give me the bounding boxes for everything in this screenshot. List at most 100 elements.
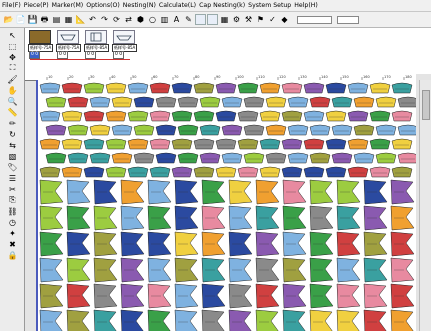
menu-item-0[interactable]: File(F) — [2, 2, 21, 9]
piece-thumb-1[interactable] — [29, 30, 51, 44]
layers-icon[interactable]: ▥ — [159, 14, 170, 25]
select-icon[interactable]: ↖ — [7, 30, 18, 40]
nested-piece — [325, 138, 347, 150]
ruler-label: 40 — [111, 75, 115, 79]
vertical-scrollbar[interactable] — [419, 80, 431, 331]
nested-piece — [281, 110, 303, 122]
hand-icon[interactable]: ✋ — [7, 85, 18, 95]
marker-name-field[interactable] — [297, 15, 332, 24]
nested-piece — [336, 309, 360, 331]
nested-piece — [369, 82, 391, 94]
menu-item-8[interactable]: Help(H) — [294, 2, 318, 9]
copy-icon[interactable]: ⎘ — [7, 195, 18, 205]
ruler-label: 150 — [342, 75, 349, 79]
nested-piece — [61, 166, 83, 178]
move-icon[interactable]: ✥ — [7, 52, 18, 62]
piece-count-4[interactable]: 0 0 — [113, 51, 125, 59]
zoom-box-icon[interactable]: ⛶ — [7, 63, 18, 73]
nested-piece — [127, 138, 149, 150]
undo-icon[interactable]: ↶ — [87, 14, 98, 25]
nested-piece — [39, 166, 61, 178]
menu-item-2[interactable]: Marker(M) — [52, 2, 84, 9]
flag-icon[interactable]: ⚑ — [255, 14, 266, 25]
table-icon[interactable]: ▦ — [219, 14, 230, 25]
nested-piece — [287, 124, 309, 136]
menu-item-3[interactable]: Options(O) — [86, 2, 120, 9]
print-icon[interactable]: 🖶 — [39, 14, 50, 25]
lock-icon[interactable]: 🔒 — [7, 250, 18, 260]
nested-piece — [133, 96, 155, 108]
clock-icon[interactable]: ◷ — [7, 217, 18, 227]
menu-item-1[interactable]: Piece(P) — [24, 2, 49, 9]
nested-piece — [391, 138, 413, 150]
grid-icon[interactable] — [195, 14, 206, 25]
rotate-icon[interactable]: ↻ — [7, 129, 18, 139]
link-icon[interactable]: ⛓ — [7, 206, 18, 216]
nested-piece — [111, 124, 133, 136]
nested-piece — [39, 82, 61, 94]
new-icon[interactable]: 📄 — [15, 14, 26, 25]
menu-item-4[interactable]: Nesting(N) — [123, 2, 156, 9]
menu-item-6[interactable]: Cap Nesting(k) — [199, 2, 245, 9]
nested-piece — [303, 82, 325, 94]
flip-icon[interactable]: ⇆ — [7, 140, 18, 150]
save-icon[interactable]: 💾 — [27, 14, 38, 25]
nested-piece — [375, 96, 397, 108]
piece-count-3[interactable]: 0 0 — [85, 51, 97, 59]
select-box-icon[interactable]: ⬚ — [7, 41, 18, 51]
delete-icon[interactable]: ✖ — [7, 239, 18, 249]
text-icon[interactable]: A — [171, 14, 182, 25]
nested-piece — [325, 110, 347, 122]
nested-piece — [309, 124, 331, 136]
tag-icon[interactable]: 🏷 — [7, 162, 18, 172]
nested-piece — [93, 309, 117, 331]
scroll-thumb[interactable] — [422, 90, 430, 120]
nested-piece — [363, 309, 387, 331]
layer-icon[interactable]: ▧ — [7, 151, 18, 161]
pencil-icon[interactable]: ✏ — [7, 118, 18, 128]
nested-piece — [199, 96, 221, 108]
piece-thumb-3[interactable] — [85, 30, 107, 44]
nested-piece — [89, 124, 111, 136]
measure-icon[interactable]: 📏 — [7, 107, 18, 117]
align-icon[interactable]: ☰ — [7, 173, 18, 183]
ruler-label: 160 — [363, 75, 370, 79]
nest-icon[interactable]: ⬢ — [135, 14, 146, 25]
zoom-icon[interactable]: 🔍 — [7, 96, 18, 106]
menu-item-5[interactable]: Calculate(L) — [159, 2, 196, 9]
piece-thumb-4[interactable] — [113, 30, 135, 44]
nested-piece — [303, 138, 325, 150]
grid2-icon[interactable] — [207, 14, 218, 25]
brush-icon[interactable]: 🖌 — [7, 74, 18, 84]
piece-count-2[interactable]: 0 0 — [57, 51, 69, 59]
wand-icon[interactable]: ✦ — [7, 228, 18, 238]
marker-canvas[interactable] — [36, 80, 416, 331]
piece-icon[interactable]: ◆ — [279, 14, 290, 25]
nested-piece — [281, 166, 303, 178]
cut-icon[interactable]: ✂ — [7, 184, 18, 194]
nested-piece — [177, 152, 199, 164]
ruler-label: 20 — [69, 75, 73, 79]
nested-piece — [155, 152, 177, 164]
piece-count-1[interactable]: 0 0 — [29, 51, 41, 59]
redo-icon[interactable]: ↷ — [99, 14, 110, 25]
calc-icon[interactable]: ⚙ — [231, 14, 242, 25]
rotate-icon[interactable]: ⟳ — [111, 14, 122, 25]
circle-icon[interactable]: ○ — [147, 14, 158, 25]
settings-icon[interactable]: ⚒ — [243, 14, 254, 25]
nested-piece — [397, 124, 416, 136]
flip-icon[interactable]: ⇄ — [123, 14, 134, 25]
nested-piece — [83, 110, 105, 122]
open-icon[interactable]: 📂 — [3, 14, 14, 25]
measure-icon[interactable]: 📐 — [75, 14, 86, 25]
marker-width-field[interactable] — [337, 15, 359, 24]
menu-item-7[interactable]: System Setup — [248, 2, 291, 9]
nested-piece — [287, 96, 309, 108]
marker-icon[interactable]: ▦ — [63, 14, 74, 25]
nested-piece — [369, 166, 391, 178]
nested-piece — [149, 138, 171, 150]
plot-icon[interactable]: ▤ — [51, 14, 62, 25]
pen-icon[interactable]: ✎ — [183, 14, 194, 25]
check-icon[interactable]: ✓ — [267, 14, 278, 25]
piece-thumb-2[interactable] — [57, 30, 79, 44]
